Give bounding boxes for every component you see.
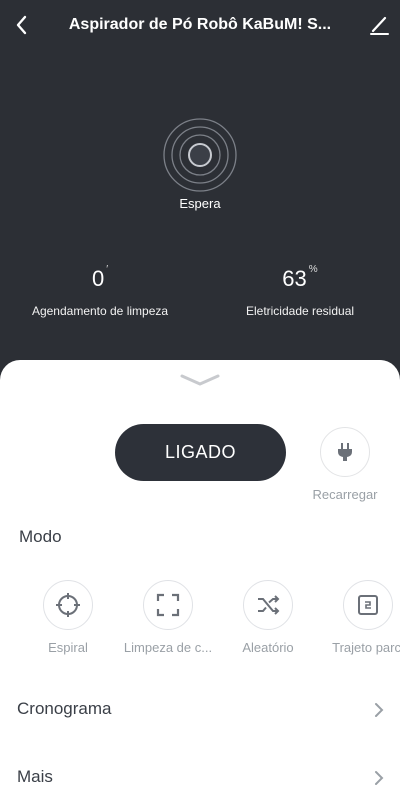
mode-edge-cleaning[interactable]: Limpeza de c... xyxy=(118,580,218,655)
chevron-right-icon xyxy=(375,771,384,785)
mode-partial-route[interactable]: Trajeto parci xyxy=(318,580,400,655)
more-row-label: Mais xyxy=(17,767,53,786)
recharge-button[interactable]: Recarregar xyxy=(300,427,390,502)
plug-icon xyxy=(338,443,352,461)
schedule-row-label: Cronograma xyxy=(17,699,112,718)
mode-section-title: Modo xyxy=(19,527,62,546)
schedule-unit: ′ xyxy=(106,264,109,275)
control-panel: LIGADO Recarregar Modo Espiral Limpeza d… xyxy=(0,360,400,811)
mode-edge-label: Limpeza de c... xyxy=(123,640,213,655)
mode-spiral-label: Espiral xyxy=(48,640,88,655)
partial-route-icon xyxy=(358,595,378,615)
standby-status-icon xyxy=(163,118,237,192)
chevron-right-icon xyxy=(375,703,384,717)
schedule-value: 0 xyxy=(91,266,105,291)
corners-icon xyxy=(156,593,180,617)
status-label: Espera xyxy=(179,196,221,211)
recharge-icon-circle xyxy=(320,427,370,477)
schedule-row[interactable]: Cronograma xyxy=(0,689,400,733)
chevron-left-icon[interactable] xyxy=(12,12,34,38)
mode-spiral[interactable]: Espiral xyxy=(18,580,118,655)
battery-label: Eletricidade residual xyxy=(245,304,355,318)
shuffle-icon xyxy=(258,595,280,615)
top-bar: Aspirador de Pó Robô KaBuM! S... xyxy=(0,0,400,52)
crosshair-icon xyxy=(56,593,80,617)
mode-list: Espiral Limpeza de c... Aleatório Trajet… xyxy=(0,580,400,660)
battery-unit: % xyxy=(308,264,318,275)
page-title: Aspirador de Pó Robô KaBuM! S... xyxy=(68,16,332,33)
battery-stat: 63% Eletricidade residual xyxy=(200,264,400,318)
mode-random-label: Aleatório xyxy=(242,640,294,655)
power-button[interactable]: LIGADO xyxy=(115,424,286,481)
schedule-label: Agendamento de limpeza xyxy=(31,304,169,318)
pencil-icon[interactable] xyxy=(368,12,390,38)
more-row[interactable]: Mais xyxy=(0,757,400,801)
mode-random[interactable]: Aleatório xyxy=(218,580,318,655)
mode-partial-label: Trajeto parci xyxy=(332,640,400,655)
schedule-stat: 0 ′ Agendamento de limpeza xyxy=(0,264,200,318)
battery-value: 63 xyxy=(282,266,307,291)
recharge-label: Recarregar xyxy=(312,487,378,502)
chevron-down-icon[interactable] xyxy=(178,372,222,388)
